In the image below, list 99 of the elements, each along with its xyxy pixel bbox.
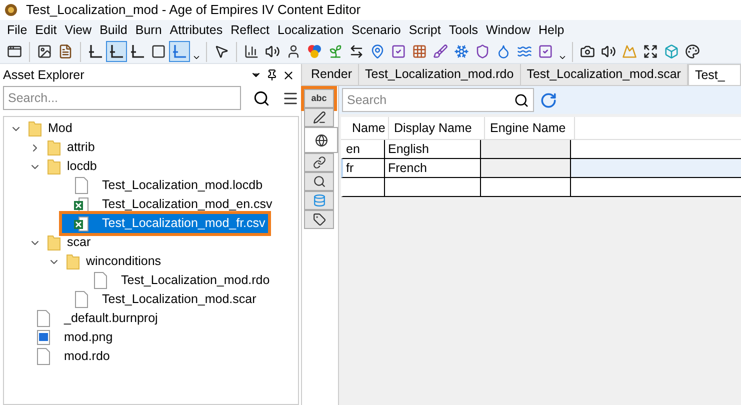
file-icon [74, 177, 88, 194]
column-header[interactable]: Name [347, 117, 389, 139]
tree-item[interactable]: Test_Localization_mod.locdb [62, 176, 266, 195]
sprout-icon [328, 44, 343, 59]
spreadsheet-icon [73, 216, 89, 232]
folder-icon [47, 140, 61, 156]
tree-item[interactable]: attrib [43, 138, 98, 157]
color-circles-icon [307, 44, 322, 59]
axis-icon [109, 44, 124, 59]
menu-item[interactable]: Build [96, 20, 132, 40]
palette-icon [685, 44, 700, 59]
brush-icon [433, 44, 448, 59]
tree-item[interactable]: Test_Localization_mod.rdo [81, 271, 273, 290]
refresh-icon[interactable] [540, 92, 557, 108]
app-logo-icon [4, 3, 18, 17]
landscape-icon [622, 44, 637, 59]
side-tab[interactable] [304, 210, 334, 229]
side-tab[interactable] [304, 153, 334, 172]
database-icon [312, 194, 326, 207]
tree-item[interactable]: mod.png [24, 328, 116, 347]
document-tab[interactable]: Test_ [688, 64, 741, 85]
menu-item[interactable]: Script [404, 20, 445, 40]
file-icon [94, 272, 106, 289]
tree-item[interactable]: Mod [24, 119, 76, 138]
search-field[interactable]: Search... [3, 86, 241, 110]
edit-icon [312, 111, 326, 124]
menu-item[interactable]: Attributes [166, 20, 227, 40]
drop-icon [496, 44, 511, 59]
search-field[interactable]: Search [342, 88, 534, 112]
checker-icon [412, 44, 427, 59]
image-file-icon [36, 330, 50, 345]
axis-icon [130, 44, 145, 59]
menu-item[interactable]: Edit [31, 20, 61, 40]
table-cell: fr [343, 159, 385, 177]
tree-item[interactable]: Test_Localization_mod_en.csv [62, 195, 276, 214]
expand-icon [643, 44, 658, 59]
map-pin-icon [370, 44, 385, 59]
search-icon [312, 175, 326, 188]
checkbox-icon [391, 44, 406, 59]
table-cell: French [385, 159, 481, 177]
speaker-icon [601, 44, 616, 59]
folder-icon [66, 254, 80, 270]
tree-item[interactable]: Test_Localization_mod.scar [62, 290, 260, 309]
pointer-icon [214, 44, 229, 59]
camera-icon [580, 44, 595, 59]
close-icon[interactable] [282, 68, 295, 82]
menu-item[interactable]: File [3, 20, 32, 40]
tree-item[interactable]: winconditions [62, 252, 164, 271]
tree-item[interactable]: Test_Localization_mod_fr.csv [62, 214, 268, 233]
search-icon [514, 92, 529, 108]
folder-icon [28, 120, 42, 136]
tree-item[interactable]: scar [43, 233, 94, 252]
window-icon [7, 44, 22, 59]
cube-icon [664, 44, 679, 59]
file-icon [36, 348, 50, 365]
axes-icon [172, 44, 187, 59]
table-row[interactable]: fr French [341, 159, 741, 178]
menu-item[interactable]: Window [482, 20, 534, 40]
column-header[interactable]: Display Name [389, 117, 485, 139]
pin-icon[interactable] [266, 69, 278, 81]
notes-icon [58, 44, 73, 59]
link-icon [312, 156, 326, 169]
toolbar-button[interactable] [106, 41, 127, 62]
globe-icon [314, 134, 328, 146]
menu-item[interactable]: Localization [274, 20, 348, 40]
shield-icon [475, 44, 490, 59]
side-tab[interactable]: abc [304, 89, 334, 108]
panel-title: Asset Explorer [3, 66, 84, 84]
swap-icon [349, 44, 364, 59]
folder-icon [47, 158, 61, 174]
axis-icon [88, 44, 103, 59]
side-tab[interactable] [304, 172, 334, 191]
menu-item[interactable]: Scenario [348, 20, 405, 40]
window-title: Test_Localization_mod - Age of Empires IV Content Editor [26, 1, 361, 20]
tree-item[interactable]: _default.burnproj [24, 309, 161, 328]
column-header[interactable]: Engine Name [485, 117, 575, 139]
checkbox-icon [538, 44, 553, 59]
side-tab[interactable] [304, 108, 334, 127]
snowflake-icon [454, 44, 469, 59]
chart-icon [244, 44, 259, 59]
file-icon [74, 291, 88, 308]
menu-item[interactable]: Help [534, 20, 568, 40]
image-icon [37, 44, 52, 59]
person-icon [286, 44, 301, 59]
folder-icon [47, 234, 61, 250]
search-icon[interactable] [253, 90, 270, 106]
spreadsheet-icon [73, 196, 89, 212]
square-icon [151, 44, 166, 59]
menu-item[interactable]: Reflect [226, 20, 274, 40]
side-tab[interactable] [304, 127, 338, 153]
speaker-icon [265, 44, 280, 59]
waves-icon [517, 44, 532, 59]
menu-item[interactable]: View [60, 20, 96, 40]
menu-item[interactable]: Burn [131, 20, 166, 40]
tag-icon [312, 213, 326, 226]
file-icon [36, 310, 50, 327]
tree-item[interactable]: locdb [43, 157, 100, 176]
tree-item[interactable]: mod.rdo [24, 347, 113, 366]
menu-item[interactable]: Tools [444, 20, 482, 40]
